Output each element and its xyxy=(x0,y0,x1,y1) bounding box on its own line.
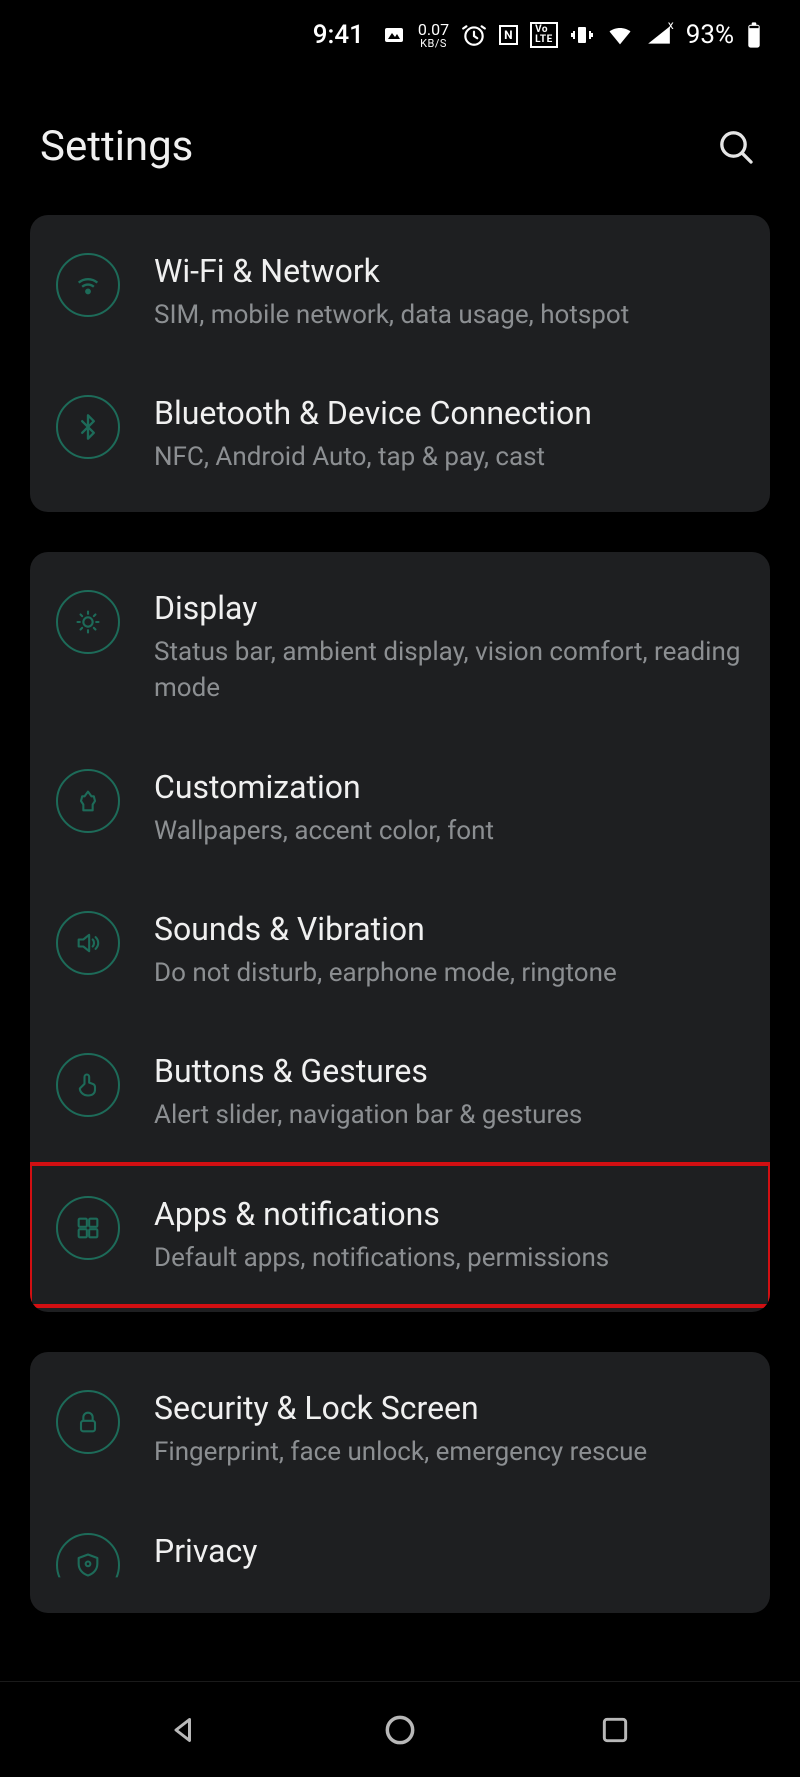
row-subtitle: Wallpapers, accent color, font xyxy=(154,813,744,849)
recents-icon xyxy=(599,1714,631,1746)
row-subtitle: Status bar, ambient display, vision comf… xyxy=(154,634,744,707)
settings-row-customization[interactable]: Customization Wallpapers, accent color, … xyxy=(30,737,770,879)
security-icon xyxy=(56,1390,120,1454)
battery-percent: 93% xyxy=(686,20,734,50)
settings-row-security[interactable]: Security & Lock Screen Fingerprint, face… xyxy=(30,1358,770,1500)
row-title: Buttons & Gestures xyxy=(154,1051,744,1091)
search-button[interactable] xyxy=(712,123,760,171)
nav-recents-button[interactable] xyxy=(585,1700,645,1760)
search-icon xyxy=(716,127,756,167)
privacy-icon xyxy=(56,1533,120,1597)
row-title: Privacy xyxy=(154,1531,744,1571)
settings-row-display[interactable]: Display Status bar, ambient display, vis… xyxy=(30,558,770,737)
row-title: Wi-Fi & Network xyxy=(154,251,744,291)
status-bar: 9:41 0.07 KB/S N VoLTE x 93% xyxy=(0,0,800,70)
settings-row-sounds[interactable]: Sounds & Vibration Do not disturb, earph… xyxy=(30,879,770,1021)
volte-icon: VoLTE xyxy=(530,22,558,48)
row-title: Apps & notifications xyxy=(154,1194,744,1234)
row-subtitle: NFC, Android Auto, tap & pay, cast xyxy=(154,439,744,475)
settings-group: Wi-Fi & Network SIM, mobile network, dat… xyxy=(30,215,770,512)
row-subtitle: SIM, mobile network, data usage, hotspot xyxy=(154,297,744,333)
screenshot-icon xyxy=(382,23,406,47)
alarm-icon xyxy=(461,22,487,48)
settings-list: Wi-Fi & Network SIM, mobile network, dat… xyxy=(0,215,800,1613)
sounds-icon xyxy=(56,911,120,975)
row-title: Security & Lock Screen xyxy=(154,1388,744,1428)
back-icon xyxy=(167,1712,203,1748)
settings-group: Security & Lock Screen Fingerprint, face… xyxy=(30,1352,770,1612)
navigation-bar xyxy=(0,1681,800,1777)
settings-group: Display Status bar, ambient display, vis… xyxy=(30,552,770,1312)
signal-icon: x xyxy=(646,22,672,48)
settings-row-buttons[interactable]: Buttons & Gestures Alert slider, navigat… xyxy=(30,1021,770,1163)
status-time: 9:41 xyxy=(313,20,364,50)
row-subtitle: Do not disturb, earphone mode, ringtone xyxy=(154,955,744,991)
buttons-icon xyxy=(56,1053,120,1117)
home-icon xyxy=(381,1711,419,1749)
nav-home-button[interactable] xyxy=(370,1700,430,1760)
settings-row-wifi[interactable]: Wi-Fi & Network SIM, mobile network, dat… xyxy=(30,221,770,363)
nav-back-button[interactable] xyxy=(155,1700,215,1760)
nfc-icon: N xyxy=(499,25,518,45)
vibrate-icon xyxy=(570,23,594,47)
customization-icon xyxy=(56,769,120,833)
row-title: Sounds & Vibration xyxy=(154,909,744,949)
row-subtitle: Default apps, notifications, permissions xyxy=(154,1240,744,1276)
row-subtitle: Fingerprint, face unlock, emergency resc… xyxy=(154,1434,744,1470)
battery-icon xyxy=(746,21,762,49)
page-title: Settings xyxy=(40,122,193,171)
wifi-status-icon xyxy=(606,21,634,49)
settings-row-privacy[interactable]: Privacy xyxy=(30,1501,770,1607)
row-subtitle: Alert slider, navigation bar & gestures xyxy=(154,1097,744,1133)
wifi-icon xyxy=(56,253,120,317)
bluetooth-icon xyxy=(56,395,120,459)
display-icon xyxy=(56,590,120,654)
apps-icon xyxy=(56,1196,120,1260)
settings-row-apps[interactable]: Apps & notifications Default apps, notif… xyxy=(30,1164,770,1306)
net-speed: 0.07 KB/S xyxy=(418,22,449,49)
fade-overlay xyxy=(30,1651,770,1681)
row-title: Bluetooth & Device Connection xyxy=(154,393,744,433)
row-title: Display xyxy=(154,588,744,628)
app-header: Settings xyxy=(0,70,800,215)
row-title: Customization xyxy=(154,767,744,807)
settings-row-bluetooth[interactable]: Bluetooth & Device Connection NFC, Andro… xyxy=(30,363,770,505)
